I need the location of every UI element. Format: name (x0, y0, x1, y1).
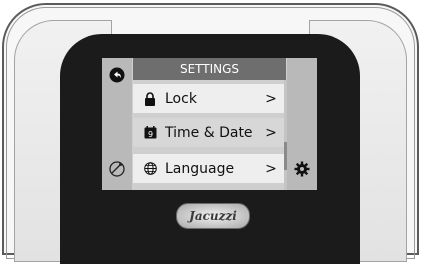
chevron-right-icon: > (265, 124, 277, 141)
menu-item-label: Language (165, 160, 235, 177)
calendar-day: 9 (147, 130, 152, 139)
menu-item-label: Lock (165, 90, 197, 107)
chevron-right-icon: > (265, 90, 277, 107)
brand-logo: Jacuzzi (176, 203, 250, 229)
rotate-icon[interactable] (108, 160, 126, 178)
display-screen: SETTINGS Lock > 9 Time & Date > Language… (102, 58, 317, 190)
lock-icon (139, 91, 161, 106)
right-button-column (287, 58, 317, 190)
menu-item-language[interactable]: Language > (133, 154, 286, 183)
menu-item-time-date[interactable]: 9 Time & Date > (133, 118, 286, 147)
page-title: SETTINGS (133, 58, 286, 80)
menu-item-lock[interactable]: Lock > (133, 84, 286, 113)
calendar-icon: 9 (139, 126, 161, 139)
menu-item-label: Time & Date (165, 124, 253, 141)
chevron-right-icon: > (265, 160, 277, 177)
back-icon[interactable] (109, 67, 125, 83)
gear-icon[interactable] (293, 160, 311, 178)
settings-panel: SETTINGS Lock > 9 Time & Date > Language… (133, 58, 286, 190)
left-button-column (102, 58, 132, 190)
globe-icon (139, 162, 161, 175)
